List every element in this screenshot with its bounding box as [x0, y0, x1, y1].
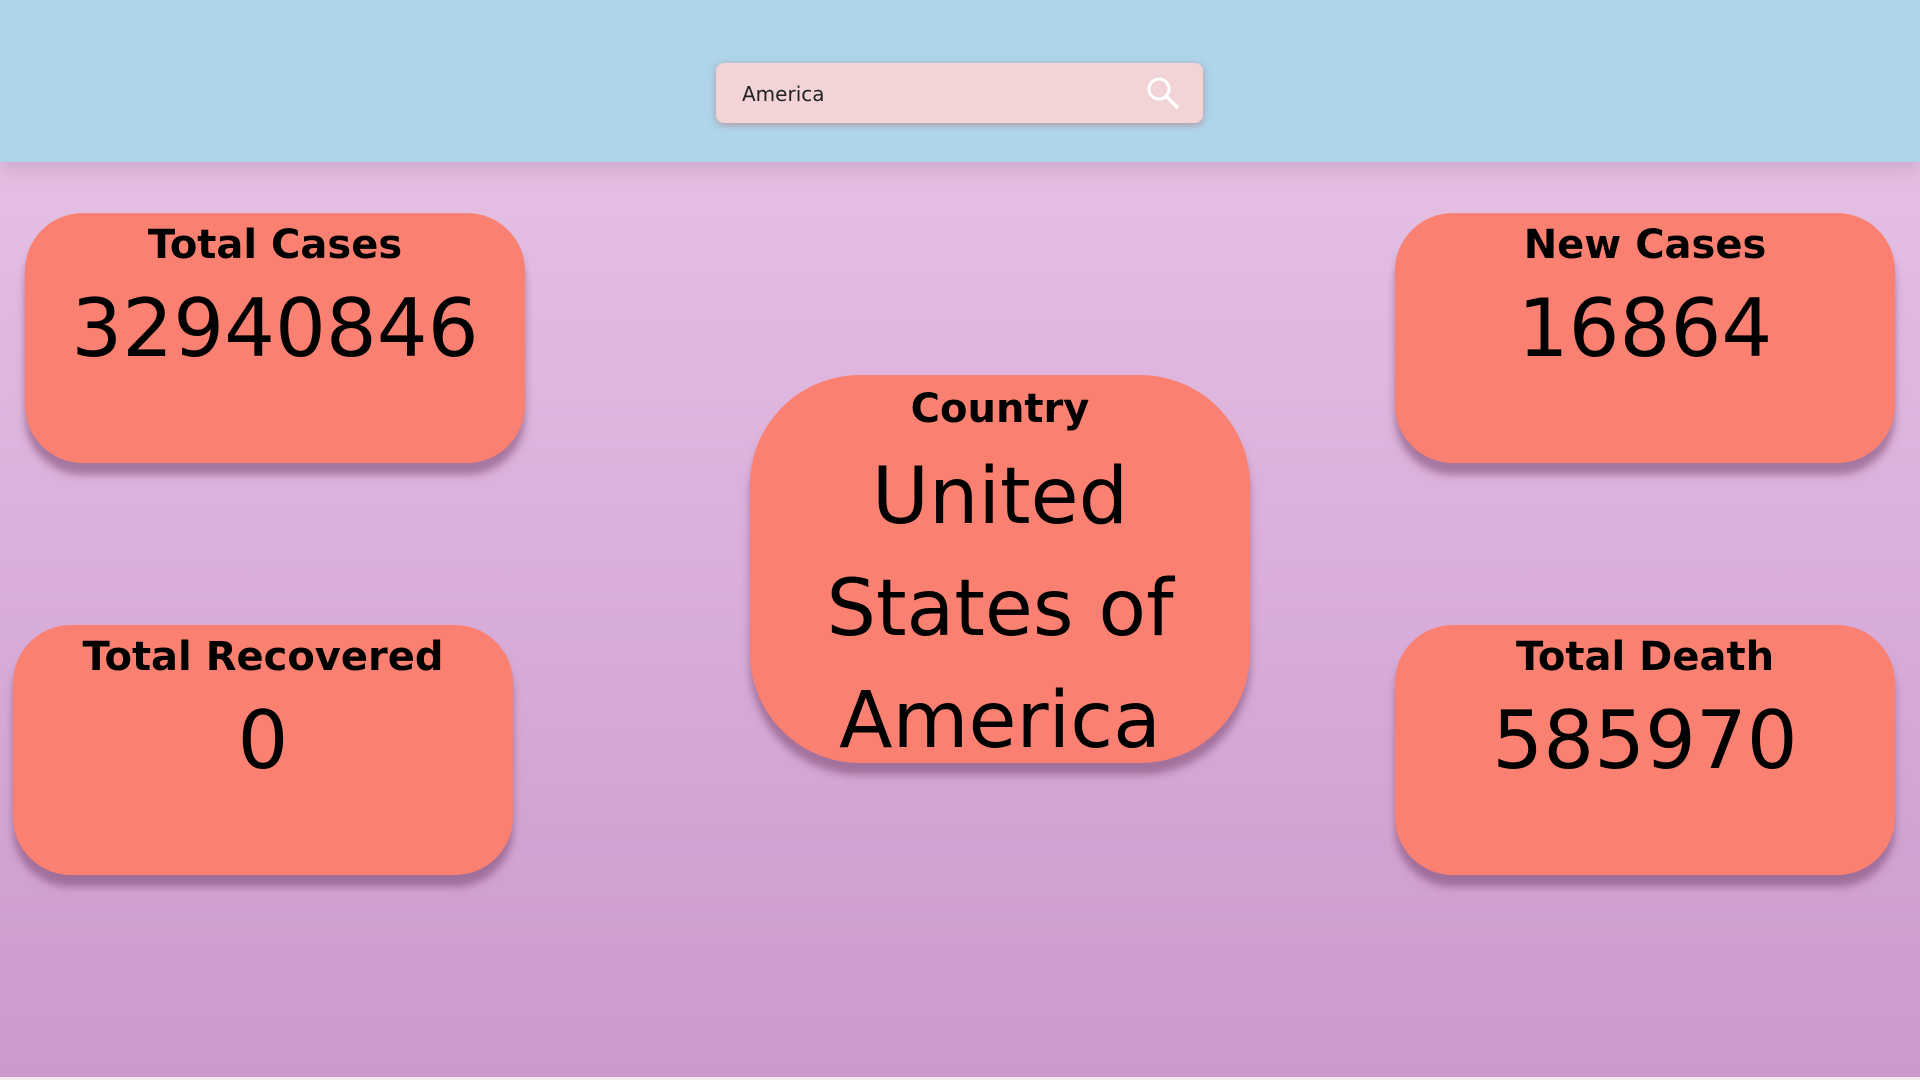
- total-cases-label: Total Cases: [147, 222, 403, 268]
- total-recovered-card: Total Recovered 0: [13, 625, 513, 875]
- total-recovered-value: 0: [237, 694, 289, 787]
- new-cases-label: New Cases: [1523, 222, 1767, 268]
- search-icon[interactable]: [1145, 75, 1181, 111]
- new-cases-card: New Cases 16864: [1395, 213, 1895, 463]
- search-input[interactable]: [740, 73, 1134, 115]
- total-recovered-label: Total Recovered: [82, 634, 444, 680]
- search-box[interactable]: [716, 63, 1203, 123]
- total-cases-card: Total Cases 32940846: [25, 213, 525, 463]
- country-label: Country: [910, 386, 1090, 432]
- total-death-card: Total Death 585970: [1395, 625, 1895, 875]
- country-card: Country United States of America: [750, 375, 1250, 766]
- total-death-label: Total Death: [1515, 634, 1775, 680]
- country-value: United States of America: [826, 452, 1174, 766]
- new-cases-value: 16864: [1517, 282, 1773, 375]
- total-cases-value: 32940846: [71, 282, 479, 375]
- total-death-value: 585970: [1492, 694, 1798, 787]
- header-bar: [0, 0, 1920, 162]
